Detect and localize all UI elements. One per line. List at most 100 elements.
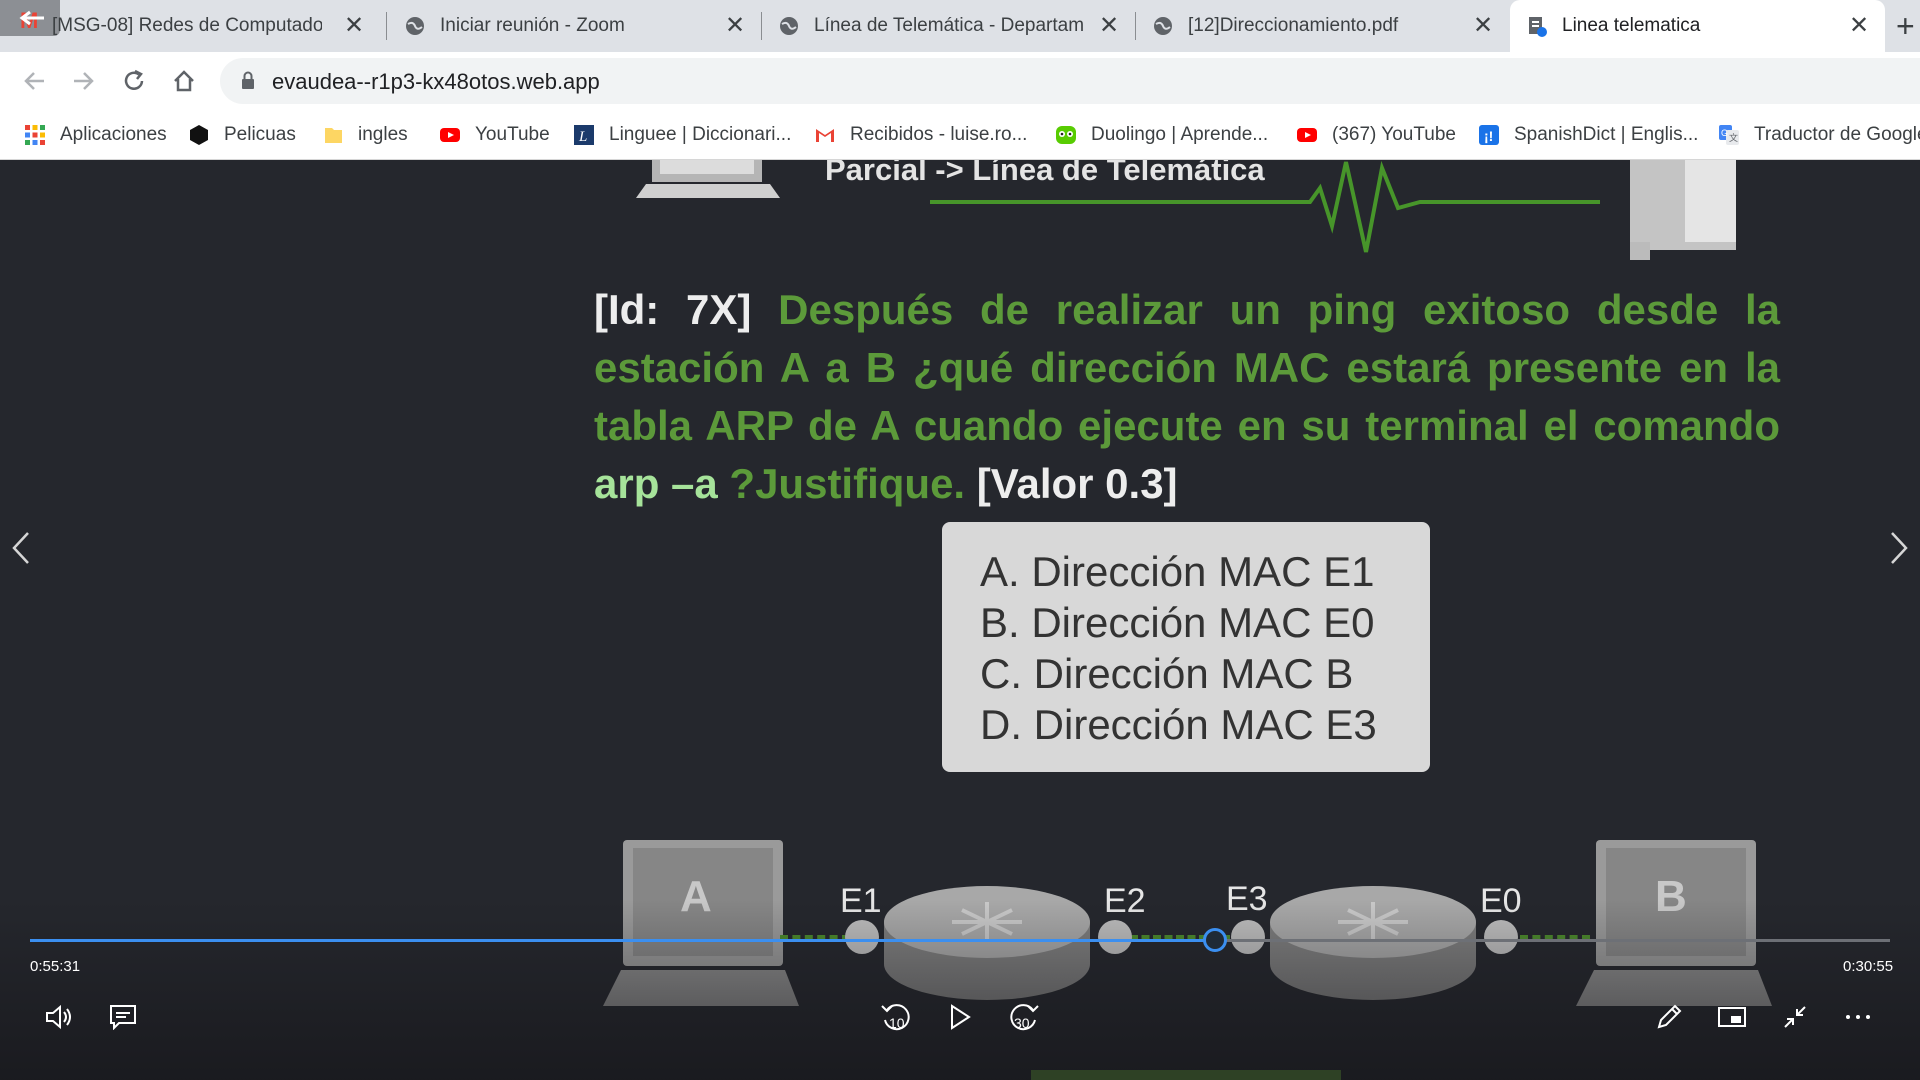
tab-zoom[interactable]: Iniciar reunión - Zoom ✕: [388, 0, 761, 52]
question-tail: ?Justifique.: [729, 460, 966, 507]
bookmark-label: Duolingo | Aprende...: [1091, 124, 1269, 145]
previous-slide-button[interactable]: [10, 523, 32, 577]
captions-button[interactable]: [101, 995, 145, 1039]
arrow-right-icon: [74, 72, 94, 90]
bookmark-recibidos[interactable]: Recibidos - luise.ro...: [814, 110, 1027, 160]
folder-icon: [325, 128, 342, 143]
bookmark-spanishdict[interactable]: ¡! SpanishDict | Englis...: [1478, 110, 1698, 160]
question-id: [Id: 7X]: [594, 286, 752, 333]
bookmark-linguee[interactable]: L Linguee | Diccionari...: [573, 110, 791, 160]
bookmark-label: SpanishDict | Englis...: [1514, 124, 1699, 145]
pen-icon: [1657, 1004, 1682, 1029]
tab-linea-telematica-departamento[interactable]: Línea de Telemática - Departame ✕: [762, 0, 1135, 52]
chevron-left-icon: [12, 532, 29, 564]
play-button[interactable]: [938, 995, 982, 1039]
doc-icon: [1529, 17, 1547, 37]
translate-icon: G文: [1719, 125, 1739, 145]
back-button[interactable]: [16, 62, 54, 100]
bookmark-367-youtube[interactable]: (367) YouTube: [1296, 110, 1456, 160]
volume-icon: [46, 1004, 71, 1030]
tab-strip: M [MSG-08] Redes de Computador ✕ Iniciar…: [0, 0, 1920, 52]
slide-title: Parcial -> Línea de Telemática: [825, 160, 1265, 187]
option-c: C. Dirección MAC B: [980, 650, 1354, 697]
gmail-icon: [816, 129, 834, 142]
home-icon: [174, 70, 194, 92]
skip-forward-seconds: 30: [1014, 1015, 1030, 1031]
bookmarks-bar: Aplicaciones Pelicuas ingles YouTube L L…: [0, 110, 1920, 160]
tab-direccionamiento-pdf[interactable]: [12]Direccionamiento.pdf ✕: [1136, 0, 1509, 52]
bookmark-label: Pelicuas: [224, 124, 296, 145]
question-text: [Id: 7X] Después de realizar un ping exi…: [594, 281, 1780, 513]
bookmark-aplicaciones[interactable]: Aplicaciones: [24, 110, 167, 160]
bookmark-label: (367) YouTube: [1332, 124, 1456, 145]
exit-fullscreen-button[interactable]: [1773, 995, 1817, 1039]
seek-handle[interactable]: [1203, 928, 1227, 952]
elapsed-time: 0:55:31: [30, 958, 81, 975]
skip-back-seconds: 10: [889, 1015, 905, 1031]
home-button[interactable]: [165, 62, 203, 100]
svg-text:L: L: [578, 129, 587, 145]
forward-button[interactable]: [64, 62, 102, 100]
arrow-left-icon: [24, 72, 44, 90]
bookmark-label: Traductor de Google: [1754, 124, 1920, 145]
bottom-green-bar: [1031, 1070, 1341, 1080]
browser-toolbar: evaudea--r1p3-kx48otos.web.app: [0, 52, 1920, 110]
tab-title: Iniciar reunión - Zoom: [440, 15, 625, 36]
lock-icon: [242, 71, 254, 89]
bookmark-pelicuas[interactable]: Pelicuas: [188, 110, 296, 160]
more-dots-icon: [1846, 1015, 1870, 1019]
tab-msg08[interactable]: [MSG-08] Redes de Computador ✕: [0, 0, 380, 52]
tab-close-icon[interactable]: ✕: [1847, 14, 1871, 38]
tab-close-icon[interactable]: ✕: [723, 14, 747, 38]
tab-close-icon[interactable]: ✕: [342, 14, 366, 38]
youtube-icon: [1297, 128, 1317, 142]
play-icon: [951, 1004, 971, 1030]
tab-separator: [386, 12, 387, 40]
svg-text:G: G: [1721, 128, 1728, 138]
video-player[interactable]: Parcial -> Línea de Telemática [Id: 7X] …: [0, 160, 1920, 1080]
spanishdict-icon: ¡!: [1479, 125, 1499, 145]
next-slide-button[interactable]: [1888, 523, 1910, 577]
linguee-icon: L: [574, 125, 594, 145]
controls-overlay: [0, 900, 1920, 1080]
seek-bar-progress: [30, 939, 1215, 942]
question-command: arp –a: [594, 460, 718, 507]
reload-icon: [124, 69, 144, 90]
laptop-top-icon: [636, 160, 780, 198]
bookmark-label: ingles: [358, 124, 408, 145]
tab-title: [12]Direccionamiento.pdf: [1188, 15, 1399, 36]
tab-linea-telematica[interactable]: Linea telematica ✕: [1510, 0, 1885, 52]
globe-icon: [780, 17, 798, 35]
option-a: A. Dirección MAC E1: [980, 548, 1375, 595]
globe-icon: [406, 17, 424, 35]
new-tab-button[interactable]: +: [1896, 8, 1915, 45]
reload-button[interactable]: [115, 62, 153, 100]
chevron-right-icon: [1891, 532, 1908, 564]
address-bar[interactable]: evaudea--r1p3-kx48otos.web.app: [220, 58, 1920, 104]
bookmark-ingles[interactable]: ingles: [322, 110, 408, 160]
draw-button[interactable]: [1647, 995, 1691, 1039]
duolingo-icon: [1056, 126, 1076, 144]
hexagon-icon: [190, 125, 208, 145]
bookmark-label: Linguee | Diccionari...: [609, 124, 792, 145]
captions-icon: [110, 1005, 136, 1030]
svg-text:文: 文: [1729, 132, 1738, 143]
question-body: Después de realizar un ping exitoso desd…: [594, 286, 1780, 449]
skip-back-button[interactable]: 10: [874, 995, 918, 1039]
picture-in-picture-button[interactable]: [1710, 995, 1754, 1039]
tab-close-icon[interactable]: ✕: [1471, 14, 1495, 38]
bookmark-duolingo[interactable]: Duolingo | Aprende...: [1055, 110, 1268, 160]
tab-close-icon[interactable]: ✕: [1097, 14, 1121, 38]
bookmark-traductor-de-google[interactable]: G文 Traductor de Google: [1718, 110, 1920, 160]
volume-button[interactable]: [38, 995, 82, 1039]
globe-icon: [1154, 17, 1172, 35]
tab-title: Línea de Telemática - Departame: [814, 15, 1084, 36]
tab-title: [MSG-08] Redes de Computador: [52, 15, 322, 36]
question-value: [Valor 0.3]: [976, 460, 1178, 507]
skip-forward-button[interactable]: 30: [1002, 995, 1046, 1039]
remaining-time: 0:30:55: [1843, 958, 1894, 975]
bookmark-label: YouTube: [475, 124, 550, 145]
bookmark-label: Recibidos - luise.ro...: [850, 124, 1028, 145]
bookmark-youtube[interactable]: YouTube: [439, 110, 550, 160]
more-options-button[interactable]: [1836, 995, 1880, 1039]
